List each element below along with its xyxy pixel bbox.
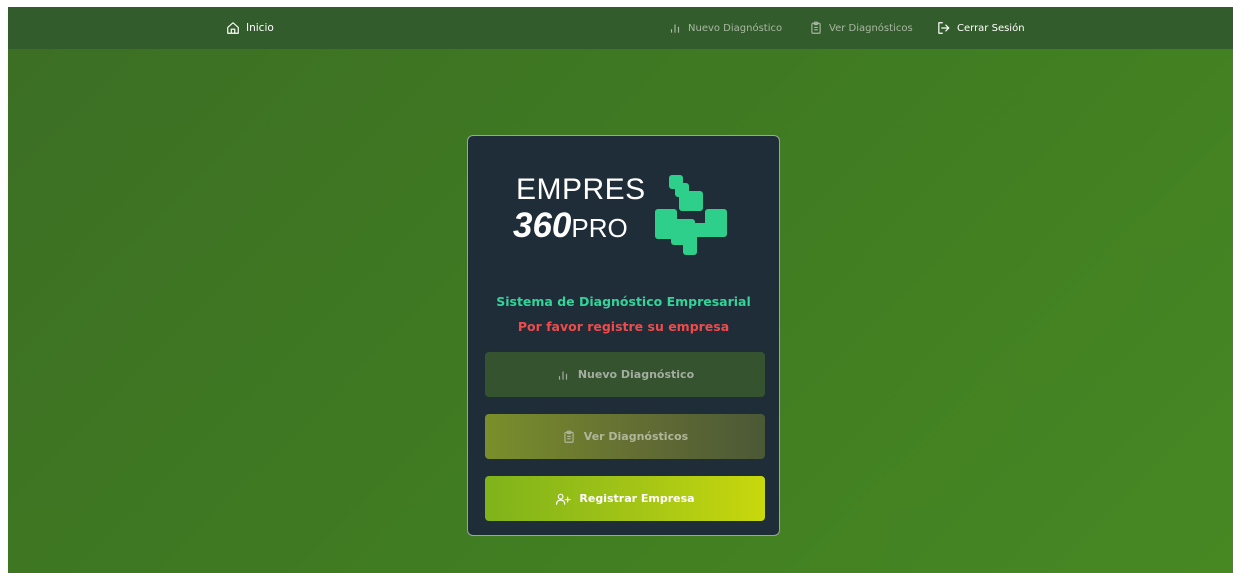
nav-view-diagnostics-label: Ver Diagnósticos	[829, 22, 913, 34]
logout-icon	[938, 22, 950, 34]
nav-new-diagnostic-label: Nuevo Diagnóstico	[688, 22, 783, 34]
top-navbar: Inicio Nuevo Diagnóstico Ver Diagnóstico…	[8, 7, 1233, 49]
register-company-button[interactable]: Registrar Empresa	[485, 476, 765, 521]
nav-home-label: Inicio	[246, 22, 274, 34]
logo-number: 360	[513, 206, 572, 245]
bar-chart-icon	[670, 24, 680, 33]
welcome-card: EMPRES 360PRO Sistema de Diagnóstico Emp…	[467, 135, 780, 536]
new-diagnostic-button-label: Nuevo Diagnóstico	[577, 368, 695, 381]
logo-puzzle-icon	[655, 175, 727, 255]
register-notice: Por favor registre su empresa	[517, 319, 730, 334]
nav-logout-label: Cerrar Sesión	[957, 22, 1025, 34]
view-diagnostics-button-label: Ver Diagnósticos	[583, 430, 689, 443]
logo-suffix: PRO	[571, 213, 628, 243]
user-plus-icon	[556, 493, 571, 505]
logo-wordmark-top: EMPRES	[516, 173, 646, 206]
register-company-button-label: Registrar Empresa	[579, 492, 695, 505]
view-diagnostics-button[interactable]: Ver Diagnósticos	[485, 414, 765, 459]
system-subtitle: Sistema de Diagnóstico Empresarial	[496, 294, 751, 309]
clipboard-icon	[811, 21, 821, 34]
nav-new-diagnostic-link[interactable]: Nuevo Diagnóstico	[668, 7, 782, 49]
nav-logout-link[interactable]: Cerrar Sesión	[936, 7, 1025, 49]
nav-home-link[interactable]: Inicio	[226, 7, 274, 49]
clipboard-icon	[564, 430, 574, 443]
bar-chart-icon	[558, 371, 567, 380]
new-diagnostic-button[interactable]: Nuevo Diagnóstico	[485, 352, 765, 397]
nav-view-diagnostics-link[interactable]: Ver Diagnósticos	[809, 7, 913, 49]
app-frame: Inicio Nuevo Diagnóstico Ver Diagnóstico…	[8, 7, 1233, 573]
logo-wordmark-bottom: 360PRO	[513, 207, 628, 251]
home-icon	[227, 22, 239, 34]
brand-logo: EMPRES 360PRO	[513, 173, 743, 263]
